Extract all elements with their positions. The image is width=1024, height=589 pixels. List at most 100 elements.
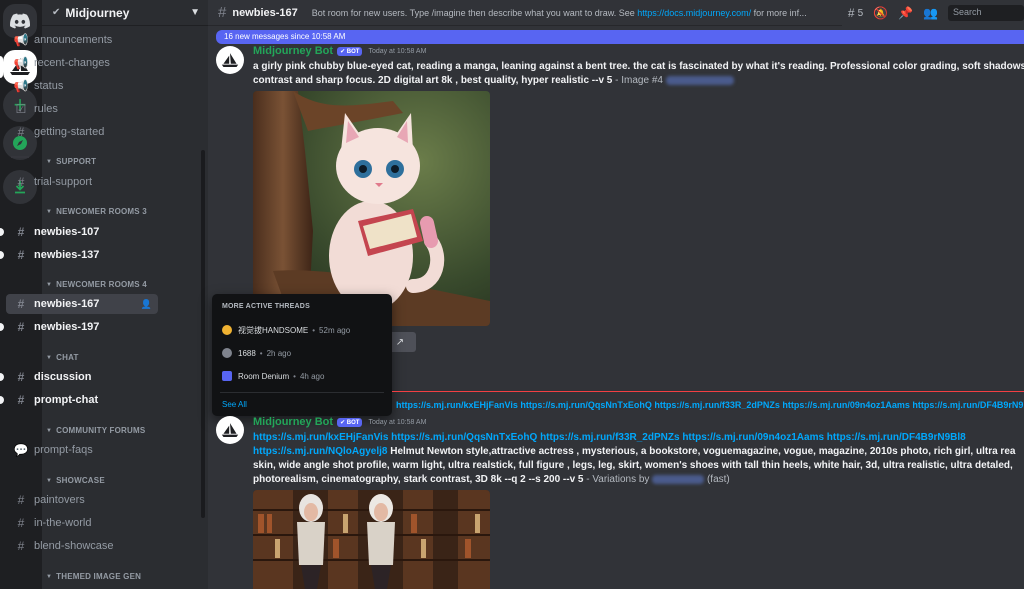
bot-badge: ✔ BOT bbox=[337, 417, 363, 427]
server-header[interactable]: ✔ Midjourney ▼ bbox=[42, 0, 208, 26]
channel-label: recent-changes bbox=[34, 57, 110, 69]
message-header: Midjourney Bot ✔ BOT Today at 10:58 AM bbox=[253, 416, 426, 428]
more-active-threads-popup: MORE ACTIVE THREADS 视觉拔HANDSOME • 52m ago … bbox=[212, 294, 392, 416]
prompt-line-2-text: Helmut Newton style,attractive actress ,… bbox=[387, 446, 1016, 457]
generated-image-cat[interactable] bbox=[253, 91, 490, 326]
threads-icon: # bbox=[17, 320, 25, 334]
caret-down-icon: ▼ bbox=[46, 573, 53, 580]
category-label: SHOWCASE bbox=[56, 476, 105, 485]
channel-label: announcements bbox=[34, 34, 113, 46]
channel-newbies-197[interactable]: # newbies-197 bbox=[0, 317, 158, 337]
category-label: NEWCOMER ROOMS 3 bbox=[56, 207, 147, 216]
rail-separator bbox=[11, 156, 29, 158]
channel-newbies-107[interactable]: # newbies-107 bbox=[0, 222, 158, 242]
new-messages-divider bbox=[392, 391, 1024, 392]
category-newcomer-rooms-3[interactable]: ▼ NEWCOMER ROOMS 3 bbox=[46, 207, 147, 216]
link-strip[interactable]: https://s.mj.run/kxEHjFanVis https://s.m… bbox=[396, 400, 1024, 410]
channel-newbies-167[interactable]: # newbies-167 👤 bbox=[6, 294, 158, 314]
message-text: https://s.mj.run/kxEHjFanVis https://s.m… bbox=[253, 431, 1024, 487]
hash-icon: # bbox=[17, 493, 25, 507]
search-input[interactable]: Search bbox=[948, 5, 1024, 21]
separator-dot: • bbox=[312, 325, 316, 335]
channel-getting-started[interactable]: # getting-started bbox=[6, 122, 158, 142]
channel-discussion[interactable]: # discussion bbox=[0, 367, 158, 387]
threads-icon: # bbox=[17, 297, 25, 311]
separator-dot: • bbox=[259, 348, 263, 358]
category-label: COMMUNITY FORUMS bbox=[56, 426, 146, 435]
checkbox-icon: ☑ bbox=[15, 102, 27, 116]
timestamp: Today at 10:58 AM bbox=[368, 418, 427, 426]
message-2: Midjourney Bot ✔ BOT Today at 10:58 AM h… bbox=[216, 414, 1024, 494]
channel-rules[interactable]: ☑ rules bbox=[6, 99, 158, 119]
caret-down-icon: ▼ bbox=[46, 354, 53, 361]
channel-blend-showcase[interactable]: # blend-showcase bbox=[6, 536, 158, 556]
thread-item[interactable]: 视觉拔HANDSOME • 52m ago bbox=[222, 323, 350, 337]
thread-age: 52m ago bbox=[319, 325, 351, 335]
category-label: NEWCOMER ROOMS 4 bbox=[56, 280, 147, 289]
category-label: SUPPORT bbox=[56, 157, 97, 166]
threads-icon: # bbox=[218, 4, 227, 21]
new-messages-bar[interactable]: 16 new messages since 10:58 AM bbox=[216, 30, 1024, 44]
message-header: Midjourney Bot ✔ BOT Today at 10:58 AM bbox=[253, 45, 426, 57]
channel-in-the-world[interactable]: # in-the-world bbox=[6, 513, 158, 533]
channel-recent-changes[interactable]: 📢 recent-changes bbox=[6, 53, 158, 73]
mute-bell-icon[interactable]: 🔕 bbox=[873, 6, 888, 20]
bot-badge-label: BOT bbox=[346, 419, 360, 426]
topic-link[interactable]: https://docs.midjourney.com/ bbox=[637, 8, 751, 18]
caret-down-icon: ▼ bbox=[46, 208, 53, 215]
channel-status[interactable]: 📢 status bbox=[6, 76, 158, 96]
channel-newbies-137[interactable]: # newbies-137 bbox=[0, 245, 158, 265]
thread-item[interactable]: Room Denium • 4h ago bbox=[222, 369, 324, 383]
bot-badge-label: BOT bbox=[346, 48, 360, 55]
threads-button[interactable]: #5 bbox=[848, 6, 863, 20]
category-newcomer-rooms-4[interactable]: ▼ NEWCOMER ROOMS 4 bbox=[46, 280, 147, 289]
sidebar-scrollbar[interactable] bbox=[201, 150, 205, 518]
channel-label: status bbox=[34, 80, 64, 92]
bot-avatar[interactable] bbox=[216, 416, 244, 444]
channel-label: newbies-197 bbox=[34, 321, 100, 333]
author-name[interactable]: Midjourney Bot bbox=[253, 416, 333, 428]
thread-name: 1688 bbox=[238, 348, 256, 358]
channel-label: prompt-chat bbox=[34, 394, 99, 406]
prompt-links-line[interactable]: https://s.mj.run/kxEHjFanVis https://s.m… bbox=[253, 431, 1024, 445]
threads-popup-title: MORE ACTIVE THREADS bbox=[222, 303, 310, 310]
thread-avatar-icon bbox=[222, 348, 232, 358]
caret-down-icon: ▼ bbox=[46, 158, 53, 165]
thread-avatar-icon bbox=[222, 325, 232, 335]
channel-prompt-faqs[interactable]: 💬 prompt-faqs bbox=[6, 440, 158, 460]
topic-text: Bot room for new users. Type /imagine th… bbox=[311, 7, 638, 18]
channel-paintovers[interactable]: # paintovers bbox=[6, 490, 158, 510]
add-member-icon[interactable]: 👤 bbox=[141, 299, 152, 310]
megaphone-icon: 📢 bbox=[13, 79, 29, 93]
category-chat[interactable]: ▼ CHAT bbox=[46, 353, 79, 362]
category-community-forums[interactable]: ▼ COMMUNITY FORUMS bbox=[46, 426, 145, 435]
prompt-line-4-text: photorealism, cinematography, stark cont… bbox=[253, 474, 584, 485]
blurred-username bbox=[665, 75, 734, 85]
caret-down-icon: ▼ bbox=[46, 477, 53, 484]
channel-label: blend-showcase bbox=[34, 540, 114, 552]
member-list-icon[interactable]: 👥 bbox=[923, 6, 938, 20]
caret-down-icon: ▼ bbox=[46, 281, 53, 288]
channel-topic[interactable]: Bot room for new users. Type /imagine th… bbox=[312, 8, 807, 18]
pin-icon[interactable]: 📌 bbox=[898, 6, 913, 20]
channel-label: trial-support bbox=[34, 176, 93, 188]
hash-icon: # bbox=[17, 393, 25, 407]
hash-icon: # bbox=[17, 370, 25, 384]
channel-trial-support[interactable]: # trial-support bbox=[6, 172, 158, 192]
megaphone-icon: 📢 bbox=[13, 56, 29, 70]
category-label: THEMED IMAGE GEN bbox=[56, 572, 142, 581]
channel-label: rules bbox=[34, 103, 58, 115]
category-themed-image-gen[interactable]: ▼ THEMED IMAGE GEN bbox=[46, 572, 141, 581]
prompt-link[interactable]: https://s.mj.run/NQloAgyelj8 bbox=[253, 446, 387, 457]
bot-avatar[interactable] bbox=[216, 46, 244, 74]
hash-icon: # bbox=[17, 175, 25, 189]
generated-image-bookstore[interactable] bbox=[253, 490, 490, 589]
hash-icon: # bbox=[17, 516, 25, 530]
author-name[interactable]: Midjourney Bot bbox=[253, 45, 333, 57]
see-all-link[interactable]: See All bbox=[222, 400, 247, 409]
channel-prompt-chat[interactable]: # prompt-chat bbox=[0, 390, 158, 410]
channel-announcements[interactable]: 📢 announcements bbox=[6, 30, 158, 50]
thread-item[interactable]: 1688 • 2h ago bbox=[222, 346, 291, 360]
category-showcase[interactable]: ▼ SHOWCASE bbox=[46, 476, 105, 485]
category-support[interactable]: ▼ SUPPORT bbox=[46, 157, 96, 166]
